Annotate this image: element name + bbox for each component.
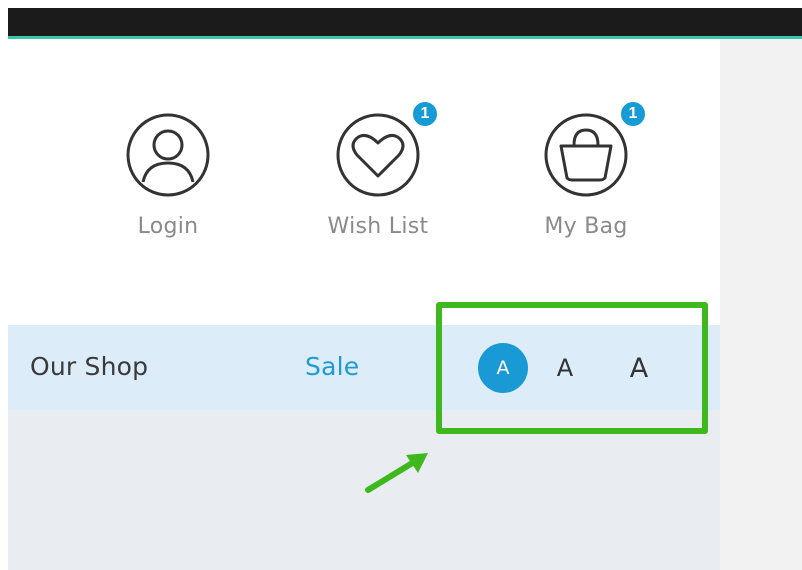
user-icon xyxy=(125,112,211,198)
top-bar-accent-line xyxy=(8,36,802,39)
bag-icon: 1 xyxy=(543,100,647,198)
side-panel xyxy=(720,39,802,570)
bag-label: My Bag xyxy=(544,214,628,239)
wishlist-count-badge: 1 xyxy=(411,100,439,128)
arrow-up-right-icon xyxy=(365,453,428,493)
nav-sale[interactable]: Sale xyxy=(305,352,359,381)
heart-icon: 1 xyxy=(335,100,439,198)
bag-count-badge: 1 xyxy=(619,100,647,128)
wishlist-label: Wish List xyxy=(327,214,429,239)
nav-our-shop[interactable]: Our Shop xyxy=(30,352,148,381)
highlight-box xyxy=(436,302,708,434)
top-bar xyxy=(8,8,802,38)
login-link[interactable]: Login xyxy=(93,112,243,252)
wishlist-link[interactable]: 1 Wish List xyxy=(303,100,453,252)
login-label: Login xyxy=(137,214,199,239)
bag-link[interactable]: 1 My Bag xyxy=(511,100,661,252)
